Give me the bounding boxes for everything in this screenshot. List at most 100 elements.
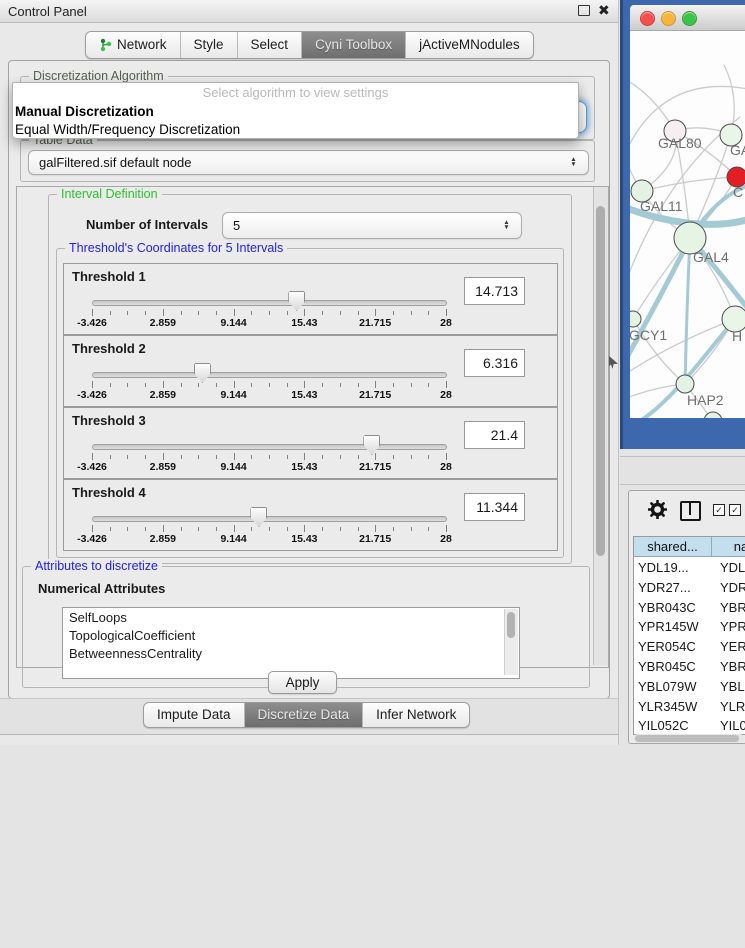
cell-name[interactable]: YER0 xyxy=(715,637,745,657)
slider-ticks xyxy=(92,381,446,389)
table-data-combobox[interactable]: galFiltered.sif default node ▲▼ xyxy=(28,150,589,175)
tab-cyni-toolbox[interactable]: Cyni Toolbox xyxy=(302,32,406,58)
cell-shared-name[interactable]: YDL19... xyxy=(634,558,715,578)
cell-shared-name[interactable]: YIL052C xyxy=(634,716,715,735)
tab-infer-network[interactable]: Infer Network xyxy=(363,703,469,727)
table-row[interactable]: YDL19...YDL1 xyxy=(634,558,745,578)
tab-label: Style xyxy=(194,37,224,52)
tab-label: Network xyxy=(117,37,167,52)
tab-style[interactable]: Style xyxy=(181,32,238,58)
tab-discretize-data[interactable]: Discretize Data xyxy=(245,703,364,727)
thresholds-group-title: Threshold's Coordinates for 5 Intervals xyxy=(65,241,287,255)
dropdown-item-manual-discretization[interactable]: Manual Discretization xyxy=(13,103,578,121)
slider-thumb[interactable] xyxy=(288,291,305,311)
network-canvas[interactable]: GAL80GALCGAL11GAL4GCY1HHAP2 xyxy=(630,31,745,418)
slider-ticks xyxy=(92,453,446,461)
zoom-traffic-light-icon[interactable] xyxy=(682,11,697,26)
scrollbar-thumb[interactable] xyxy=(507,612,515,638)
checkbox-icon[interactable]: ✓ xyxy=(729,504,741,516)
float-window-icon[interactable] xyxy=(578,5,590,16)
minimize-traffic-light-icon[interactable] xyxy=(661,11,676,26)
scrollbar-thumb[interactable] xyxy=(596,206,605,556)
table-row[interactable]: YPR145WYPR1 xyxy=(634,617,745,637)
numerical-attributes-list[interactable]: SelfLoopsTopologicalCoefficientBetweenne… xyxy=(62,607,520,679)
slider-thumb[interactable] xyxy=(250,507,267,527)
cell-name[interactable]: YBR0 xyxy=(715,598,745,618)
close-traffic-light-icon[interactable] xyxy=(640,11,655,26)
threshold-value-field[interactable]: 14.713 xyxy=(464,277,525,305)
cell-name[interactable]: YBL0 xyxy=(715,677,745,697)
table-horizontal-scrollbar[interactable] xyxy=(634,734,744,743)
cell-shared-name[interactable]: YBR045C xyxy=(634,657,715,677)
cell-name[interactable]: YDL1 xyxy=(715,558,745,578)
column-header-name[interactable]: name xyxy=(712,537,745,557)
column-header-shared-name[interactable]: shared... xyxy=(634,537,712,557)
slider-track[interactable] xyxy=(92,372,447,378)
table-row[interactable]: YDR27...YDR2 xyxy=(634,578,745,598)
table-row[interactable]: YER054CYER0 xyxy=(634,637,745,657)
list-scrollbar[interactable] xyxy=(504,609,518,675)
interval-group-title: Interval Definition xyxy=(57,187,162,201)
network-edge[interactable] xyxy=(630,238,690,363)
slider-track[interactable] xyxy=(92,516,447,522)
slider-thumb[interactable] xyxy=(363,435,380,455)
table-data-combo-value: galFiltered.sif default node xyxy=(29,155,566,170)
table-panel-titlebar: Table Panel xyxy=(620,456,745,485)
tab-impute-data[interactable]: Impute Data xyxy=(144,703,245,727)
cell-name[interactable]: YPR1 xyxy=(715,617,745,637)
cell-shared-name[interactable]: YPR145W xyxy=(634,617,715,637)
tab-label: Impute Data xyxy=(157,707,231,722)
close-icon[interactable]: ✖ xyxy=(598,2,610,19)
cell-shared-name[interactable]: YBL079W xyxy=(634,677,715,697)
stepper-arrows-icon: ▲▼ xyxy=(499,221,514,230)
column-view-icon[interactable] xyxy=(680,501,701,521)
threshold-value-field[interactable]: 11.344 xyxy=(464,493,525,521)
control-panel-tabs: Network Style Select Cyni Toolbox jActiv… xyxy=(85,31,534,59)
table-row[interactable]: YLR345WYLR3 xyxy=(634,697,745,717)
slider-track[interactable] xyxy=(92,300,447,306)
checkbox-icon[interactable]: ✓ xyxy=(713,504,725,516)
slider-tick-labels: -3.4262.8599.14415.4321.71528 xyxy=(92,317,446,329)
slider-thumb[interactable] xyxy=(194,363,211,383)
network-edge[interactable] xyxy=(685,238,690,384)
slider-track[interactable] xyxy=(92,444,447,450)
tab-jactivemnodules[interactable]: jActiveMNodules xyxy=(406,32,533,58)
network-canvas-svg: GAL80GALCGAL11GAL4GCY1HHAP2 xyxy=(630,31,745,418)
thresholds-groupbox: Threshold's Coordinates for 5 Intervals … xyxy=(56,248,564,558)
network-node-label: GAL xyxy=(730,142,745,158)
dropdown-item-equal-width-frequency[interactable]: Equal Width/Frequency Discretization xyxy=(13,121,578,139)
gear-icon[interactable] xyxy=(648,500,667,519)
tab-select[interactable]: Select xyxy=(238,32,303,58)
cell-shared-name[interactable]: YBR043C xyxy=(634,598,715,618)
apply-button[interactable]: Apply xyxy=(268,671,337,694)
network-node-label: H xyxy=(732,328,742,344)
cell-name[interactable]: YBR0 xyxy=(715,657,745,677)
network-node[interactable] xyxy=(676,375,694,393)
cell-shared-name[interactable]: YLR345W xyxy=(634,697,715,717)
attribute-list-item[interactable]: TopologicalCoefficient xyxy=(63,626,519,644)
network-node-label: HAP2 xyxy=(687,392,724,408)
scrollbar-thumb[interactable] xyxy=(635,735,739,742)
cell-name[interactable]: YIL0 xyxy=(715,716,745,735)
table-row[interactable]: YBR043CYBR0 xyxy=(634,598,745,618)
panel-title: Control Panel xyxy=(8,4,87,19)
tab-network[interactable]: Network xyxy=(86,32,181,58)
slider-ticks xyxy=(92,309,446,317)
table-row[interactable]: YIL052CYIL0 xyxy=(634,716,745,735)
vertical-scrollbar[interactable] xyxy=(593,187,608,665)
cell-name[interactable]: YLR3 xyxy=(715,697,745,717)
node-attribute-table[interactable]: shared... name YDL19...YDL1YDR27...YDR2Y… xyxy=(633,536,745,735)
table-row[interactable]: YBR045CYBR0 xyxy=(634,657,745,677)
table-row[interactable]: YBL079WYBL0 xyxy=(634,677,745,697)
cell-name[interactable]: YDR2 xyxy=(715,578,745,598)
cell-shared-name[interactable]: YER054C xyxy=(634,637,715,657)
threshold-value-field[interactable]: 21.4 xyxy=(464,421,525,449)
network-node[interactable] xyxy=(630,311,641,327)
cell-shared-name[interactable]: YDR27... xyxy=(634,578,715,598)
threshold-value-field[interactable]: 6.316 xyxy=(464,349,525,377)
network-node-label: GAL4 xyxy=(693,249,729,265)
number-of-intervals-combobox[interactable]: 5 ▲▼ xyxy=(222,212,522,239)
slider-tick-labels: -3.4262.8599.14415.4321.71528 xyxy=(92,533,446,545)
attribute-list-item[interactable]: SelfLoops xyxy=(63,608,519,626)
attribute-list-item[interactable]: BetweennessCentrality xyxy=(63,644,519,662)
